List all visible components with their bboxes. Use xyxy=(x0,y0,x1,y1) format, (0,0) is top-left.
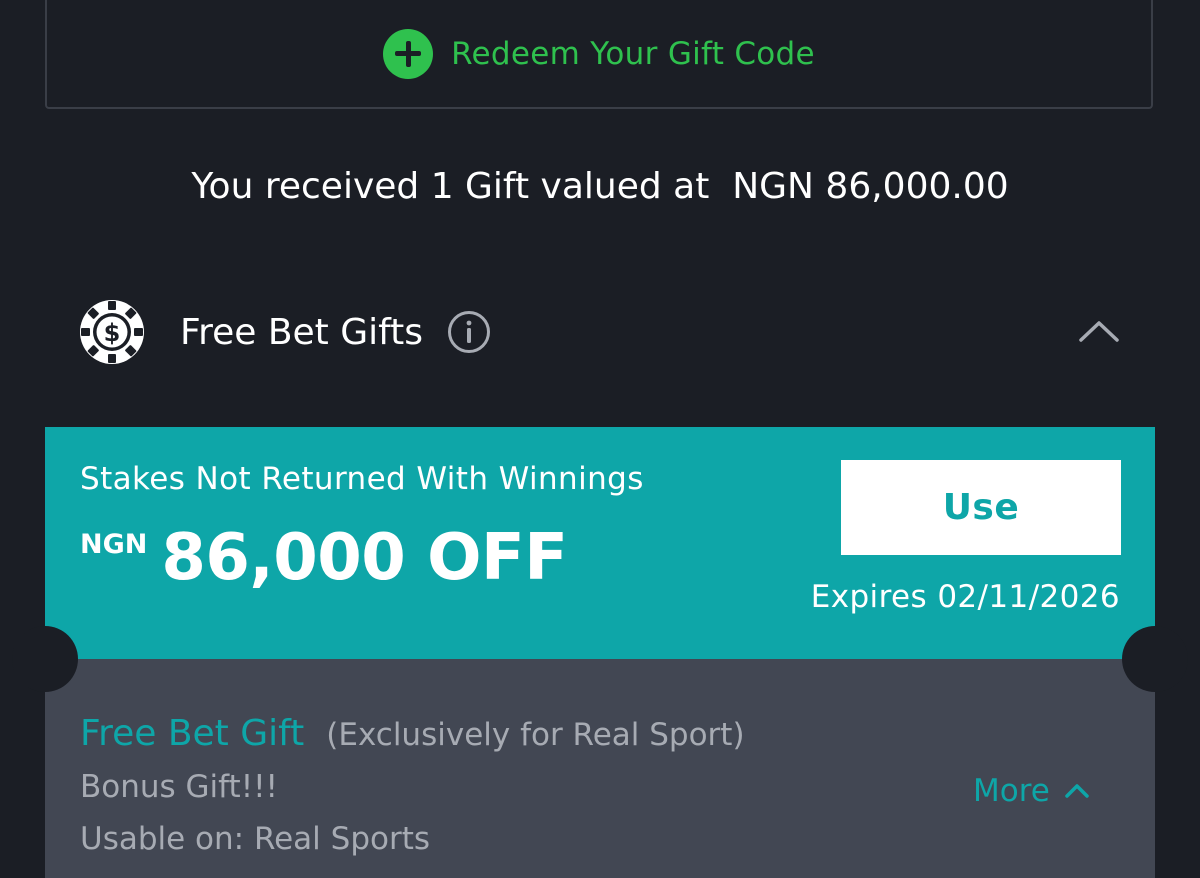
gift-amount: NGN 86,000 OFF xyxy=(80,521,568,595)
gift-type-label: Free Bet Gift xyxy=(80,713,305,754)
casino-chip-dollar-icon: $ xyxy=(80,300,144,364)
info-icon[interactable] xyxy=(447,310,491,354)
redeem-label: Redeem Your Gift Code xyxy=(451,35,815,72)
gift-currency: NGN xyxy=(80,529,148,560)
gift-title-row: Free Bet Gift (Exclusively for Real Spor… xyxy=(80,713,745,754)
use-button[interactable]: Use xyxy=(841,460,1121,555)
plus-circle-icon xyxy=(383,28,434,79)
gift-card-header: Stakes Not Returned With Winnings NGN 86… xyxy=(45,427,1155,659)
gift-scope: (Exclusively for Real Sport) xyxy=(326,717,745,753)
ticket-notch-left xyxy=(12,626,78,692)
free-bet-gifts-header: $ Free Bet Gifts xyxy=(78,296,1128,368)
gift-usable-on: Usable on: Real Sports xyxy=(80,821,431,857)
gift-card-details: Free Bet Gift (Exclusively for Real Spor… xyxy=(45,659,1155,878)
gifts-page: Redeem Your Gift Code You received 1 Gif… xyxy=(0,0,1200,878)
redeem-gift-code-button[interactable]: Redeem Your Gift Code xyxy=(45,0,1153,109)
gift-description: Bonus Gift!!! xyxy=(80,769,278,805)
redeem-content: Redeem Your Gift Code xyxy=(383,28,815,79)
ticket-notch-right xyxy=(1122,626,1188,692)
gift-expiry: Expires 02/11/2026 xyxy=(810,579,1120,615)
more-label: More xyxy=(973,773,1050,809)
more-toggle[interactable]: More xyxy=(973,773,1090,809)
section-title: Free Bet Gifts xyxy=(180,311,424,353)
gift-card-subtitle: Stakes Not Returned With Winnings xyxy=(80,461,644,497)
gift-summary-text: You received 1 Gift valued at NGN 86,000… xyxy=(191,166,1009,207)
svg-text:$: $ xyxy=(104,319,121,347)
chevron-up-icon[interactable] xyxy=(1078,318,1120,344)
gift-amount-value: 86,000 OFF xyxy=(161,521,568,595)
chevron-up-icon xyxy=(1065,784,1089,798)
